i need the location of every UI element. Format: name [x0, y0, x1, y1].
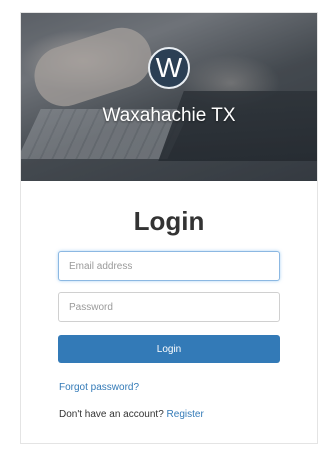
- header-banner-image: W Waxahachie TX: [21, 13, 317, 181]
- org-name: Waxahachie TX: [102, 105, 236, 126]
- login-form: Login Login Forgot password? Don't have …: [21, 181, 317, 420]
- register-row: Don't have an account? Register: [59, 409, 317, 420]
- email-field[interactable]: [58, 251, 280, 281]
- no-account-text: Don't have an account?: [59, 409, 164, 420]
- banner-overlay: [21, 13, 317, 181]
- forgot-password-link[interactable]: Forgot password?: [59, 382, 139, 393]
- page-title: Login: [133, 206, 205, 236]
- password-field[interactable]: [58, 292, 280, 322]
- login-button[interactable]: Login: [58, 335, 280, 363]
- register-link[interactable]: Register: [167, 409, 204, 420]
- forgot-password-row: Forgot password?: [59, 382, 317, 393]
- login-card: W Waxahachie TX Login Login Forgot passw…: [20, 12, 318, 444]
- org-logo-icon: W: [148, 47, 190, 89]
